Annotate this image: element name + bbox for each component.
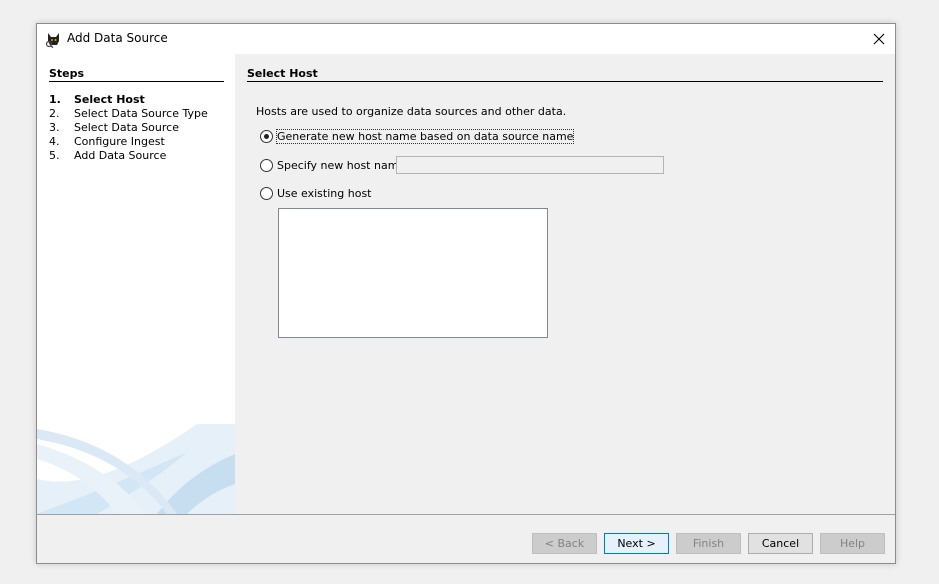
next-button[interactable]: Next >: [604, 533, 669, 554]
step-number: 4.: [49, 135, 60, 148]
step-item: 1. Select Host: [49, 93, 208, 107]
step-label: Add Data Source: [74, 149, 167, 162]
step-number: 1.: [49, 93, 61, 106]
finish-button[interactable]: Finish: [676, 533, 741, 554]
steps-panel: Steps 1. Select Host 2. Select Data Source …: [37, 54, 235, 514]
existing-host-list[interactable]: [278, 208, 548, 338]
step-item: 3. Select Data Source: [49, 121, 208, 135]
step-number: 2.: [49, 107, 60, 120]
radio-label: Generate new host name based on data sou…: [275, 129, 575, 144]
radio-indicator[interactable]: [260, 159, 273, 172]
step-label: Configure Ingest: [74, 135, 165, 148]
radio-use-existing-host[interactable]: Use existing host: [260, 187, 371, 200]
close-icon: [873, 33, 885, 45]
panel-description: Hosts are used to organize data sources …: [256, 105, 567, 118]
step-number: 5.: [49, 149, 60, 162]
help-button[interactable]: Help: [820, 533, 885, 554]
step-label: Select Host: [74, 93, 145, 106]
wizard-footer: < Back Next > Finish Cancel Help: [37, 514, 895, 563]
step-label: Select Data Source Type: [74, 107, 208, 120]
window-title: Add Data Source: [67, 31, 168, 45]
step-number: 3.: [49, 121, 60, 134]
host-name-input[interactable]: [396, 156, 664, 174]
autopsy-app-icon: [45, 31, 62, 49]
radio-indicator[interactable]: [260, 187, 273, 200]
cancel-button[interactable]: Cancel: [748, 533, 813, 554]
step-item: 2. Select Data Source Type: [49, 107, 208, 121]
panel-header: Select Host: [247, 67, 883, 82]
select-host-panel: Select Host Hosts are used to organize d…: [235, 54, 895, 514]
radio-label: Specify new host name: [277, 159, 406, 172]
radio-specify-host-name[interactable]: Specify new host name: [260, 159, 405, 172]
step-label: Select Data Source: [74, 121, 179, 134]
radio-label: Use existing host: [277, 187, 372, 200]
steps-header: Steps: [49, 67, 224, 82]
wizard-content: Steps 1. Select Host 2. Select Data Source …: [37, 54, 895, 514]
back-button[interactable]: < Back: [532, 533, 597, 554]
title-bar[interactable]: Add Data Source: [37, 24, 895, 54]
radio-generate-host-name[interactable]: Generate new host name based on data sou…: [260, 129, 575, 144]
step-item: 4. Configure Ingest: [49, 135, 208, 149]
steps-list: 1. Select Host 2. Select Data Source Type 3.…: [49, 93, 208, 163]
close-button[interactable]: [863, 24, 895, 54]
step-item: 5. Add Data Source: [49, 149, 208, 163]
wizard-decoration-image: [37, 424, 235, 514]
radio-indicator[interactable]: [260, 130, 273, 143]
add-data-source-dialog: Add Data Source Steps 1. Select Host 2. Sel…: [36, 23, 896, 564]
